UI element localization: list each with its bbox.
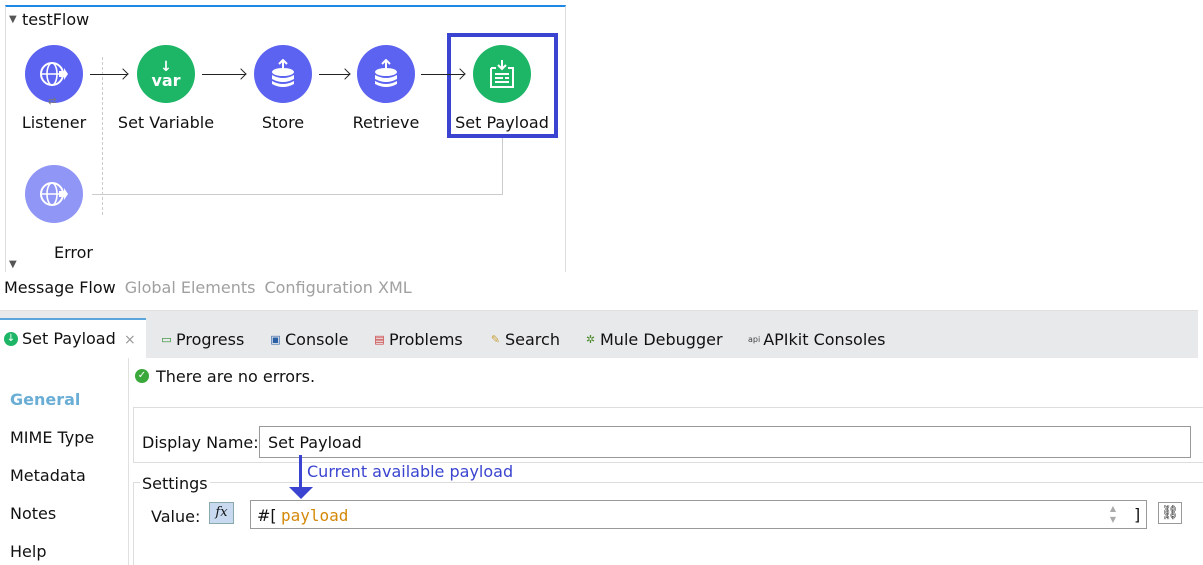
connector [319, 74, 349, 75]
tab-problems[interactable]: ▤ Problems [373, 330, 463, 349]
tab-mule-debugger[interactable]: ✲ Mule Debugger [584, 330, 723, 349]
globe-icon [40, 182, 68, 206]
tab-label: Progress [176, 330, 245, 349]
globe-icon [40, 62, 68, 86]
display-name-input[interactable]: Set Payload [259, 426, 1191, 458]
connector [202, 74, 245, 75]
connector [90, 74, 127, 75]
tab-label: Problems [389, 330, 463, 349]
flow-canvas: ▼ testFlow ⇄ ↓ var Listener Set Variable … [5, 5, 566, 272]
error-handling-label: Error [54, 243, 93, 262]
tab-label: Set Payload [22, 329, 116, 348]
value-expression-input[interactable]: #[ payload ▲ ▼ [250, 500, 1147, 529]
node-label: Store [261, 113, 305, 132]
node-label: Listener [21, 113, 87, 132]
sidebar-divider [128, 358, 129, 565]
set-payload-node[interactable] [473, 45, 531, 103]
return-line [502, 138, 503, 195]
sidebar-item-help[interactable]: Help [10, 542, 46, 561]
node-label: Retrieve [352, 113, 420, 132]
expr-value: payload [281, 506, 349, 525]
editor-tabs: Message Flow Global Elements Configurati… [4, 278, 412, 297]
annotation-text: Current available payload [307, 462, 514, 481]
expr-prefix: #[ [257, 506, 277, 525]
problems-icon: ▤ [374, 333, 385, 346]
tab-console[interactable]: ▣ Console [269, 330, 349, 349]
display-name-label: Display Name: [142, 433, 259, 452]
tab-message-flow[interactable]: Message Flow [4, 278, 116, 297]
listener-node[interactable] [25, 45, 83, 103]
tab-search[interactable]: ✎ Search [489, 330, 560, 349]
spinner-icon[interactable]: ▲ ▼ [1110, 503, 1116, 525]
arrow-head-icon [289, 487, 313, 499]
tab-set-payload[interactable]: ↓ Set Payload × [0, 318, 146, 359]
tab-progress[interactable]: ▭ Progress [160, 330, 244, 349]
tab-configuration-xml[interactable]: Configuration XML [264, 278, 411, 297]
fx-toggle-button[interactable]: fx [209, 502, 234, 524]
error-handler-node[interactable] [25, 165, 83, 223]
sidebar-item-notes[interactable]: Notes [10, 504, 56, 523]
set-payload-icon: ↓ [4, 332, 18, 346]
expr-suffix: ] [1134, 505, 1141, 524]
tab-label: APIkit Consoles [763, 330, 886, 349]
collapse-icon[interactable]: ▼ [9, 14, 17, 25]
graph-mode-button[interactable]: ⛓ [1158, 502, 1182, 524]
tab-label: Console [285, 330, 349, 349]
display-name-value: Set Payload [268, 433, 362, 452]
flow-name: testFlow [22, 10, 90, 29]
search-icon: ✎ [490, 333, 501, 346]
status-message: There are no errors. [156, 367, 316, 386]
settings-label: Settings [140, 474, 210, 493]
bug-icon: ✲ [585, 333, 596, 346]
node-label: Set Payload [455, 113, 549, 132]
var-icon: ↓ var [151, 59, 181, 90]
node-label: Set Variable [117, 113, 215, 132]
console-icon: ▣ [270, 333, 281, 346]
connector [421, 74, 464, 75]
value-label: Value: [151, 507, 201, 526]
store-node[interactable] [254, 45, 312, 103]
collapse-icon[interactable]: ▼ [9, 259, 17, 270]
divider [102, 57, 103, 215]
views-tab-bar: ↓ Set Payload × ▭ Progress ▣ Console ▤ Prob… [0, 310, 1198, 359]
set-payload-icon [490, 60, 514, 88]
sidebar-item-general[interactable]: General [10, 390, 80, 409]
return-line [92, 194, 503, 195]
tab-label: Mule Debugger [600, 330, 723, 349]
progress-icon: ▭ [161, 333, 172, 346]
tab-label: Search [505, 330, 560, 349]
check-icon: ✓ [135, 369, 149, 383]
sidebar-item-metadata[interactable]: Metadata [10, 466, 86, 485]
database-upload-icon [375, 59, 397, 87]
api-icon: api [748, 335, 761, 344]
sidebar-item-mime-type[interactable]: MIME Type [10, 428, 94, 447]
transport-icon: ⇄ [48, 96, 57, 107]
set-variable-node[interactable]: ↓ var [137, 45, 195, 103]
database-upload-icon [272, 59, 294, 87]
retrieve-node[interactable] [357, 45, 415, 103]
tab-global-elements[interactable]: Global Elements [125, 278, 256, 297]
tab-apikit-consoles[interactable]: api APIkit Consoles [748, 330, 885, 349]
close-icon[interactable]: × [124, 332, 136, 348]
